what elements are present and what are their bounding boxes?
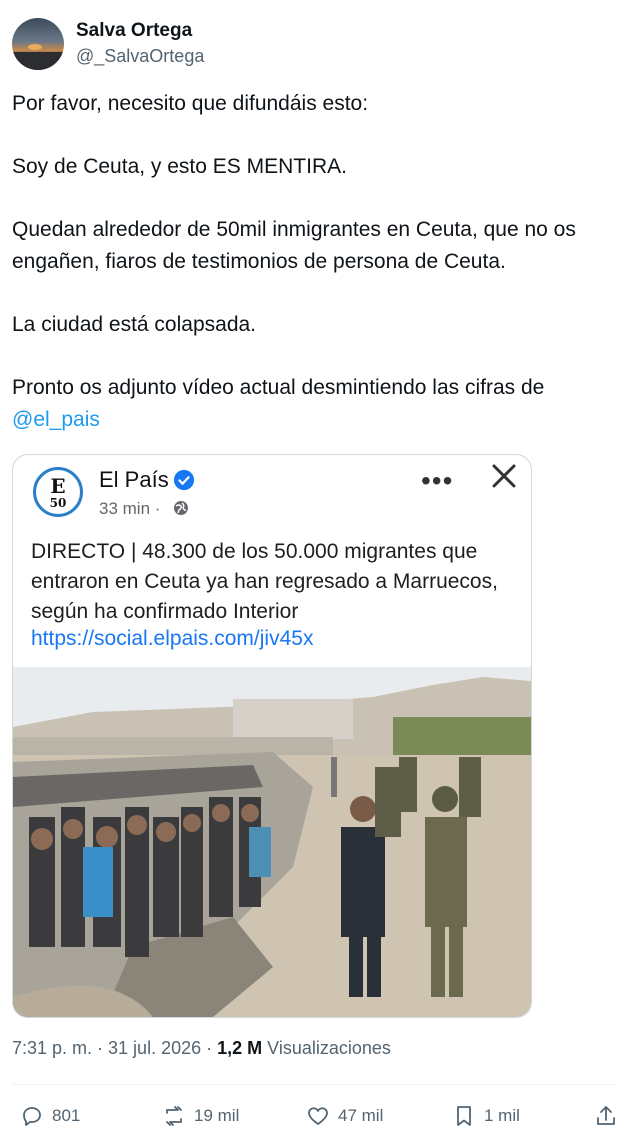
el-pais-logo: E 50 — [33, 467, 83, 517]
mention-link[interactable]: @el_pais — [12, 408, 100, 431]
repost-button[interactable]: 19 mil — [162, 1098, 239, 1134]
author-name[interactable]: Salva Ortega — [76, 20, 192, 42]
post-line: Soy de Ceuta, y esto ES MENTIRA. — [12, 155, 347, 178]
post-meta: 7:31 p. m. · 31 jul. 2026 · 1,2 M Visual… — [12, 1038, 391, 1059]
close-icon — [492, 464, 516, 488]
post-line: La ciudad está colapsada. — [12, 313, 257, 336]
reply-button[interactable]: 801 — [20, 1098, 80, 1134]
reply-count: 801 — [52, 1106, 81, 1125]
action-bar: 801 19 mil 47 mil 1 mil — [0, 1098, 630, 1134]
source-time: 33 min · — [99, 499, 161, 518]
post-timestamp[interactable]: 7:31 p. m. · 31 jul. 2026 · — [12, 1038, 212, 1058]
author-handle[interactable]: @_SalvaOrtega — [76, 46, 204, 67]
like-button[interactable]: 47 mil — [306, 1098, 383, 1134]
source-name: El País — [99, 467, 169, 492]
post-text: Por favor, necesito que difundáis esto: … — [12, 88, 622, 436]
attached-image[interactable]: E 50 El País 33 min · ••• DIRECTO | 48.3… — [12, 454, 532, 1018]
post-line-with-mention: Pronto os adjunto vídeo actual desmintie… — [12, 372, 622, 436]
post-line: Pronto os adjunto vídeo actual desmintie… — [12, 376, 545, 399]
verified-icon — [173, 469, 195, 491]
views-label: Visualizaciones — [267, 1038, 391, 1058]
views-count: 1,2 M — [217, 1038, 263, 1058]
repost-count: 19 mil — [194, 1106, 240, 1125]
more-options-icon: ••• — [421, 465, 454, 496]
repost-icon — [166, 1106, 182, 1126]
logo-letter: E — [50, 474, 66, 498]
post-header: Salva Ortega @_SalvaOrtega — [12, 16, 612, 72]
logo-number: 50 — [49, 496, 67, 510]
bookmark-icon — [457, 1106, 471, 1126]
heart-icon — [308, 1107, 328, 1125]
embedded-text: DIRECTO | 48.300 de los 50.000 migrantes… — [31, 540, 498, 623]
embedded-link: https://social.elpais.com/jiv45x — [31, 627, 314, 650]
bookmark-count: 1 mil — [484, 1106, 520, 1125]
globe-icon — [174, 501, 188, 515]
divider — [12, 1084, 618, 1085]
post-line: Quedan alrededor de 50mil inmigrantes en… — [12, 218, 576, 273]
reply-icon — [23, 1107, 41, 1126]
bookmark-button[interactable]: 1 mil — [452, 1098, 520, 1134]
beach-photo — [13, 667, 531, 1017]
avatar[interactable] — [12, 18, 64, 70]
share-button[interactable] — [594, 1098, 618, 1134]
share-icon — [597, 1106, 615, 1125]
like-count: 47 mil — [338, 1106, 384, 1125]
post-line: Por favor, necesito que difundáis esto: — [12, 92, 369, 115]
